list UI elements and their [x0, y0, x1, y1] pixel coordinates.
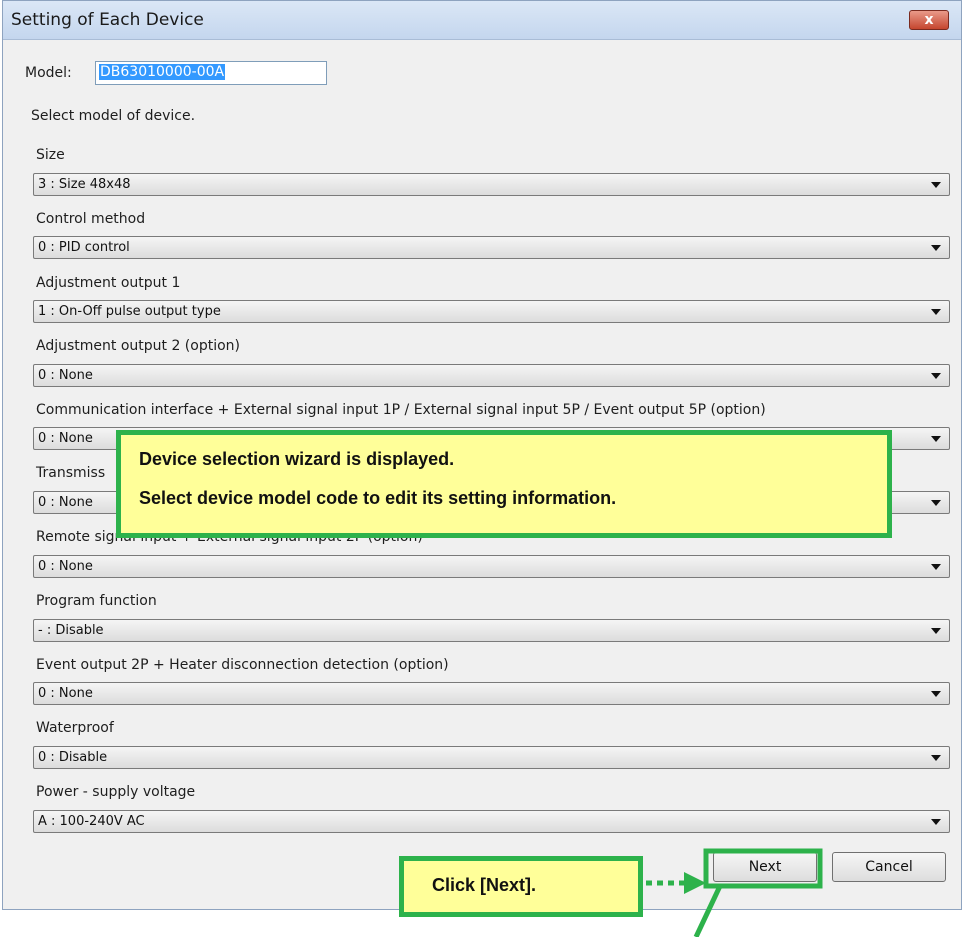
arrow-head-icon: [684, 872, 706, 894]
annotation-overlay: [646, 848, 823, 937]
next-highlight-box: [703, 848, 823, 889]
pointer-tail: [693, 884, 723, 937]
